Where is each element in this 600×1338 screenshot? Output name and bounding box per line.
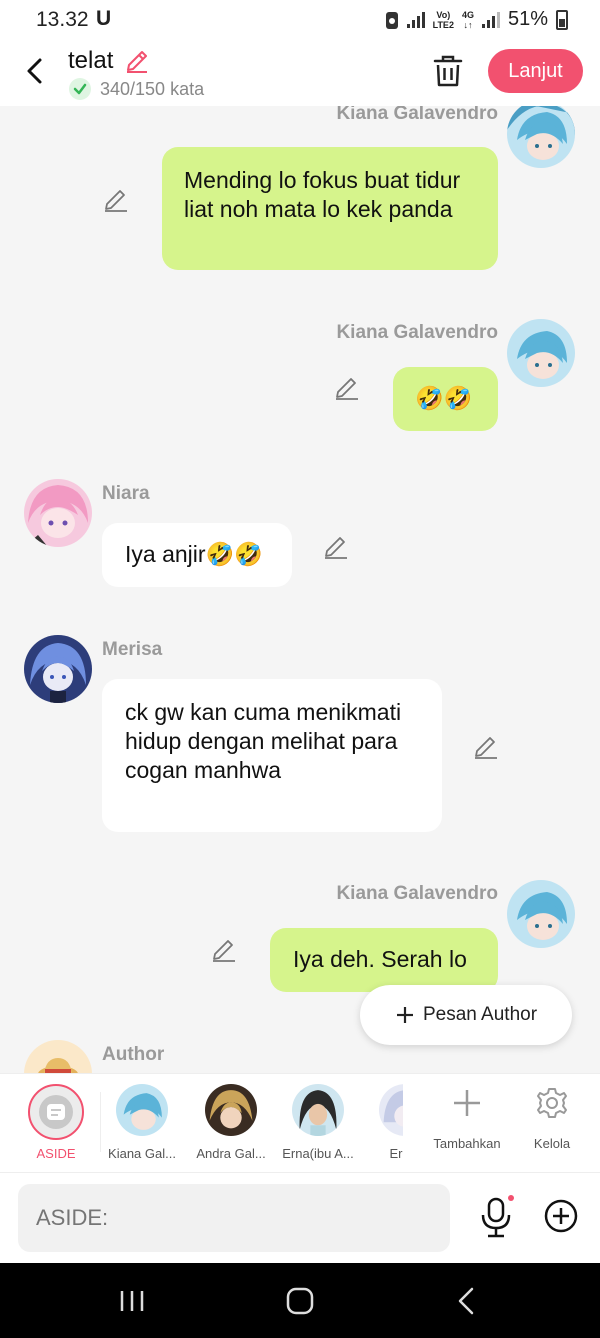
avatar[interactable] [24,635,92,703]
character-andra[interactable]: Andra Gal... [191,1074,271,1174]
character-label: Kiana Gal... [108,1146,176,1161]
message-bubble[interactable]: Mending lo fokus buat tidur liat noh mat… [162,147,498,270]
character-bar: ASIDE Kiana Gal... Andra Gal... Erna(ibu… [0,1073,600,1173]
add-character-button[interactable]: Tambahkan [427,1074,507,1174]
story-header: telat 340/150 kata Lanjut [0,40,600,106]
gear-icon [537,1088,567,1118]
battery-icon [556,9,568,30]
avatar[interactable] [24,479,92,547]
recycle-icon [385,11,398,29]
word-count: 340/150 kata [100,79,205,99]
network-label: 4G ↓↑ [461,9,474,30]
message-author-label: Pesan Author [422,1004,538,1025]
character-label: Er [389,1146,403,1161]
character-label: Andra Gal... [196,1146,266,1161]
character-partial[interactable]: Er [357,1074,403,1174]
manage-characters-button[interactable]: Kelola [512,1074,592,1174]
edit-message-icon[interactable] [102,186,130,214]
back-icon[interactable] [448,1285,488,1317]
trash-icon[interactable] [432,54,464,88]
battery-level: 51% [507,8,548,30]
aside-icon [39,1095,73,1129]
message-bubble[interactable]: Iya anjir🤣🤣 [102,523,292,587]
back-arrow-icon[interactable] [22,54,48,88]
message-sender: Kiana Galavendro [336,883,498,904]
plus-icon [454,1090,480,1116]
microphone-icon[interactable] [478,1195,514,1239]
edit-message-icon[interactable] [333,374,361,402]
aside-label: ASIDE [36,1146,76,1161]
edit-title-icon[interactable] [124,48,150,74]
message-sender: Kiana Galavendro [336,106,498,124]
home-icon[interactable] [280,1285,320,1317]
aside-button[interactable] [28,1084,84,1140]
status-bar: 13.32 U Vo) LTE2 4G ↓↑ 51% [0,0,600,40]
chat-area[interactable]: Kiana Galavendro Mending lo fokus buat t… [0,106,600,1073]
message-sender: Kiana Galavendro [336,322,498,343]
message-bubble[interactable]: ck gw kan cuma menikmati hidup dengan me… [102,679,442,832]
plus-icon [396,1007,413,1023]
volte-label: Vo) LTE2 [432,9,454,30]
signal-icon-2 [481,11,500,28]
message-author-button[interactable]: Pesan Author [360,985,572,1045]
divider [100,1092,101,1152]
add-attachment-icon[interactable] [543,1198,579,1234]
edit-message-icon[interactable] [472,733,500,761]
carrier-icon: U [96,7,112,30]
message-sender: Author [102,1044,165,1065]
continue-button[interactable]: Lanjut [488,49,583,93]
network-type: 4G [461,9,474,20]
story-title: telat [68,47,114,74]
avatar [292,1084,344,1136]
edit-message-icon[interactable] [210,936,238,964]
avatar [379,1084,403,1136]
manage-label: Kelola [533,1136,571,1151]
message-sender: Merisa [102,639,163,660]
avatar[interactable] [24,1040,92,1073]
recent-apps-icon[interactable] [112,1285,152,1317]
avatar [205,1084,257,1136]
status-time: 13.32 [36,8,89,31]
avatar[interactable] [507,880,575,948]
character-label: Erna(ibu A... [282,1146,354,1161]
message-bubble[interactable]: 🤣🤣 [393,367,498,431]
add-character-label: Tambahkan [433,1136,501,1151]
message-bubble[interactable]: Iya deh. Serah lo [270,928,498,992]
avatar[interactable] [507,319,575,387]
message-input[interactable] [18,1184,450,1252]
input-bar [0,1173,600,1263]
signal-icon [406,11,425,28]
system-nav-bar [0,1263,600,1338]
avatar[interactable] [507,106,575,168]
character-kiana[interactable]: Kiana Gal... [102,1074,182,1174]
status-icons: Vo) LTE2 4G ↓↑ 51% [385,8,568,31]
check-icon [69,78,91,100]
character-erna[interactable]: Erna(ibu A... [278,1074,358,1174]
edit-message-icon[interactable] [322,533,350,561]
avatar [116,1084,168,1136]
message-sender: Niara [102,483,150,504]
